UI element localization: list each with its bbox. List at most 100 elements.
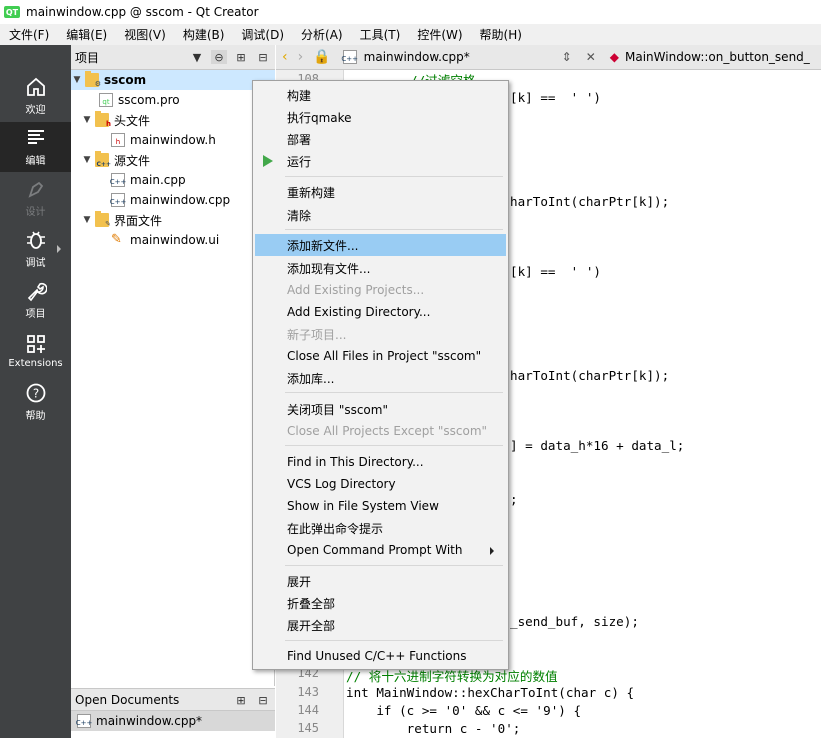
menu-item-close-all-files[interactable]: Close All Files in Project "sscom" (255, 345, 506, 367)
tree-item-label: main.cpp (130, 173, 186, 187)
filter-icon[interactable]: ▼ (189, 50, 205, 64)
close-panel-icon[interactable]: ⊟ (255, 50, 271, 64)
tree-item-headers[interactable]: ▼ h 头文件 (81, 110, 150, 130)
symbol-icon: ◆ (609, 50, 620, 64)
menu-item-close-other-projects[interactable]: Close All Projects Except "sscom" (255, 420, 506, 442)
menu-item-vcs-log[interactable]: VCS Log Directory (255, 473, 506, 495)
tree-item-sources[interactable]: ▼ C++ 源文件 (81, 150, 150, 170)
folder-icon: C++ (95, 151, 111, 168)
tree-item-mainwindow-h[interactable]: h mainwindow.h (111, 130, 216, 150)
design-icon (27, 181, 43, 198)
tree-item-mainwindow-ui[interactable]: ✎ mainwindow.ui (111, 230, 219, 250)
menu-debug[interactable]: 调试(D) (232, 26, 292, 43)
split-icon[interactable]: ⊞ (233, 50, 249, 64)
split-icon[interactable]: ⊞ (233, 693, 249, 707)
mode-edit[interactable]: 编辑 (0, 122, 71, 172)
mode-debug[interactable]: 调试 (0, 224, 71, 274)
menu-item-deploy[interactable]: 部署 (255, 128, 506, 150)
menu-analyze[interactable]: 分析(A) (292, 26, 351, 43)
mode-debug-expand-icon[interactable] (57, 245, 61, 253)
menu-item-build[interactable]: 构建 (255, 84, 506, 106)
mode-extensions-label: Extensions (8, 358, 63, 369)
open-document-item[interactable]: C++ mainwindow.cpp* (71, 711, 275, 731)
menu-item-rebuild[interactable]: 重新构建 (255, 181, 506, 203)
tree-item-pro[interactable]: qt sscom.pro (99, 90, 180, 110)
menu-widgets[interactable]: 控件(W) (408, 26, 470, 43)
menu-item-close-project[interactable]: 关闭项目 "sscom" (255, 398, 506, 420)
menu-item-expand[interactable]: 展开 (255, 570, 506, 592)
mode-extensions[interactable]: Extensions (0, 326, 71, 376)
home-icon (26, 77, 45, 96)
link-icon[interactable]: ⊖ (211, 50, 227, 64)
menu-item-collapse-all[interactable]: 折叠全部 (255, 592, 506, 614)
menu-item-add-library[interactable]: 添加库... (255, 367, 506, 389)
menu-file[interactable]: 文件(F) (0, 26, 57, 43)
chevron-down-icon[interactable]: ▼ (81, 215, 93, 225)
code-line: if (c >= '0' && c <= '9') { (346, 703, 582, 718)
menu-tools[interactable]: 工具(T) (351, 26, 409, 43)
menu-item-new-subproject[interactable]: 新子项目... (255, 323, 506, 345)
submenu-arrow-icon (490, 547, 494, 555)
menu-help[interactable]: 帮助(H) (471, 26, 530, 43)
menu-item-find-unused-functions[interactable]: Find Unused C/C++ Functions (255, 645, 506, 667)
svg-text:?: ? (32, 387, 38, 401)
menu-item-run[interactable]: 运行 (255, 150, 506, 172)
code-line: int MainWindow::hexCharToInt(char c) { (346, 685, 635, 700)
mode-welcome[interactable]: 欢迎 (0, 71, 71, 121)
line-number: 143 (297, 685, 319, 699)
mode-sidebar: 欢迎 编辑 设计 调试 项目 Extensions ? 帮助 (0, 45, 71, 738)
menu-item-add-existing-directory[interactable]: Add Existing Directory... (255, 301, 506, 323)
tree-item-forms[interactable]: ▼ ✎ 界面文件 (81, 210, 162, 230)
tree-item-label: mainwindow.h (130, 133, 216, 147)
menu-item-add-existing-projects[interactable]: Add Existing Projects... (255, 279, 506, 301)
line-number: 144 (297, 703, 319, 717)
code-line: harToInt(charPtr[k]); (510, 368, 670, 383)
open-documents-title: Open Documents (75, 692, 180, 707)
menu-build[interactable]: 构建(B) (174, 26, 233, 43)
folder-icon: h (95, 111, 111, 128)
tree-item-mainwindow-cpp[interactable]: C++ mainwindow.cpp (110, 190, 230, 210)
code-line: ] = data_h*16 + data_l; (510, 438, 685, 453)
menu-item-clean[interactable]: 清除 (255, 204, 506, 226)
cpp-file-icon: C++ (76, 714, 92, 728)
project-context-menu: 构建 执行qmake 部署 运行 重新构建 清除 添加新文件... 添加现有文件… (252, 80, 509, 670)
symbol-selector[interactable]: MainWindow::on_button_send_ (625, 50, 810, 64)
mode-projects[interactable]: 项目 (0, 275, 71, 325)
menu-item-find-in-directory[interactable]: Find in This Directory... (255, 451, 506, 473)
editor-file-tab[interactable]: mainwindow.cpp* (364, 50, 554, 64)
chevron-down-icon[interactable]: ▼ (71, 75, 83, 85)
mode-help[interactable]: ? 帮助 (0, 377, 71, 427)
back-icon[interactable]: ‹ (282, 49, 288, 65)
title-bar: QT mainwindow.cpp @ sscom - Qt Creator (0, 0, 821, 24)
window-title: mainwindow.cpp @ sscom - Qt Creator (26, 5, 259, 19)
menu-item-run-qmake[interactable]: 执行qmake (255, 106, 506, 128)
chevron-down-icon[interactable]: ▼ (81, 115, 93, 125)
project-panel-header: 项目 ▼ ⊖ ⊞ ⊟ (71, 45, 275, 70)
menu-item-add-existing-files[interactable]: 添加现有文件... (255, 257, 506, 279)
close-panel-icon[interactable]: ⊟ (255, 693, 271, 707)
line-number: 145 (297, 721, 319, 735)
close-icon[interactable]: ✕ (586, 50, 596, 64)
menu-item-open-command-prompt[interactable]: 在此弹出命令提示 (255, 517, 506, 539)
menu-item-label: Open Command Prompt With (287, 543, 463, 557)
run-icon (263, 155, 273, 167)
menu-item-expand-all[interactable]: 展开全部 (255, 614, 506, 636)
menu-edit[interactable]: 编辑(E) (57, 26, 115, 43)
tree-item-project[interactable]: ▼ ⚙ sscom (71, 70, 275, 90)
menu-item-show-in-filesystem[interactable]: Show in File System View (255, 495, 506, 517)
tree-item-main-cpp[interactable]: C++ main.cpp (110, 170, 186, 190)
forward-icon[interactable]: › (298, 49, 304, 65)
open-documents-header: Open Documents ⊞ ⊟ (71, 689, 275, 711)
menu-item-add-new-file[interactable]: 添加新文件... (255, 234, 506, 256)
menu-view[interactable]: 视图(V) (115, 26, 174, 43)
pro-file-icon: qt (99, 93, 113, 107)
tree-item-label: sscom.pro (118, 93, 180, 107)
dropdown-icon[interactable]: ⇕ (562, 50, 572, 64)
code-line: return c - '0'; (346, 721, 521, 736)
cpp-file-icon: C++ (110, 193, 126, 207)
mode-help-label: 帮助 (25, 411, 46, 422)
chevron-down-icon[interactable]: ▼ (81, 155, 93, 165)
menu-item-open-command-prompt-with[interactable]: Open Command Prompt With (255, 539, 506, 561)
mode-debug-label: 调试 (25, 258, 46, 269)
mode-design[interactable]: 设计 (0, 173, 71, 223)
